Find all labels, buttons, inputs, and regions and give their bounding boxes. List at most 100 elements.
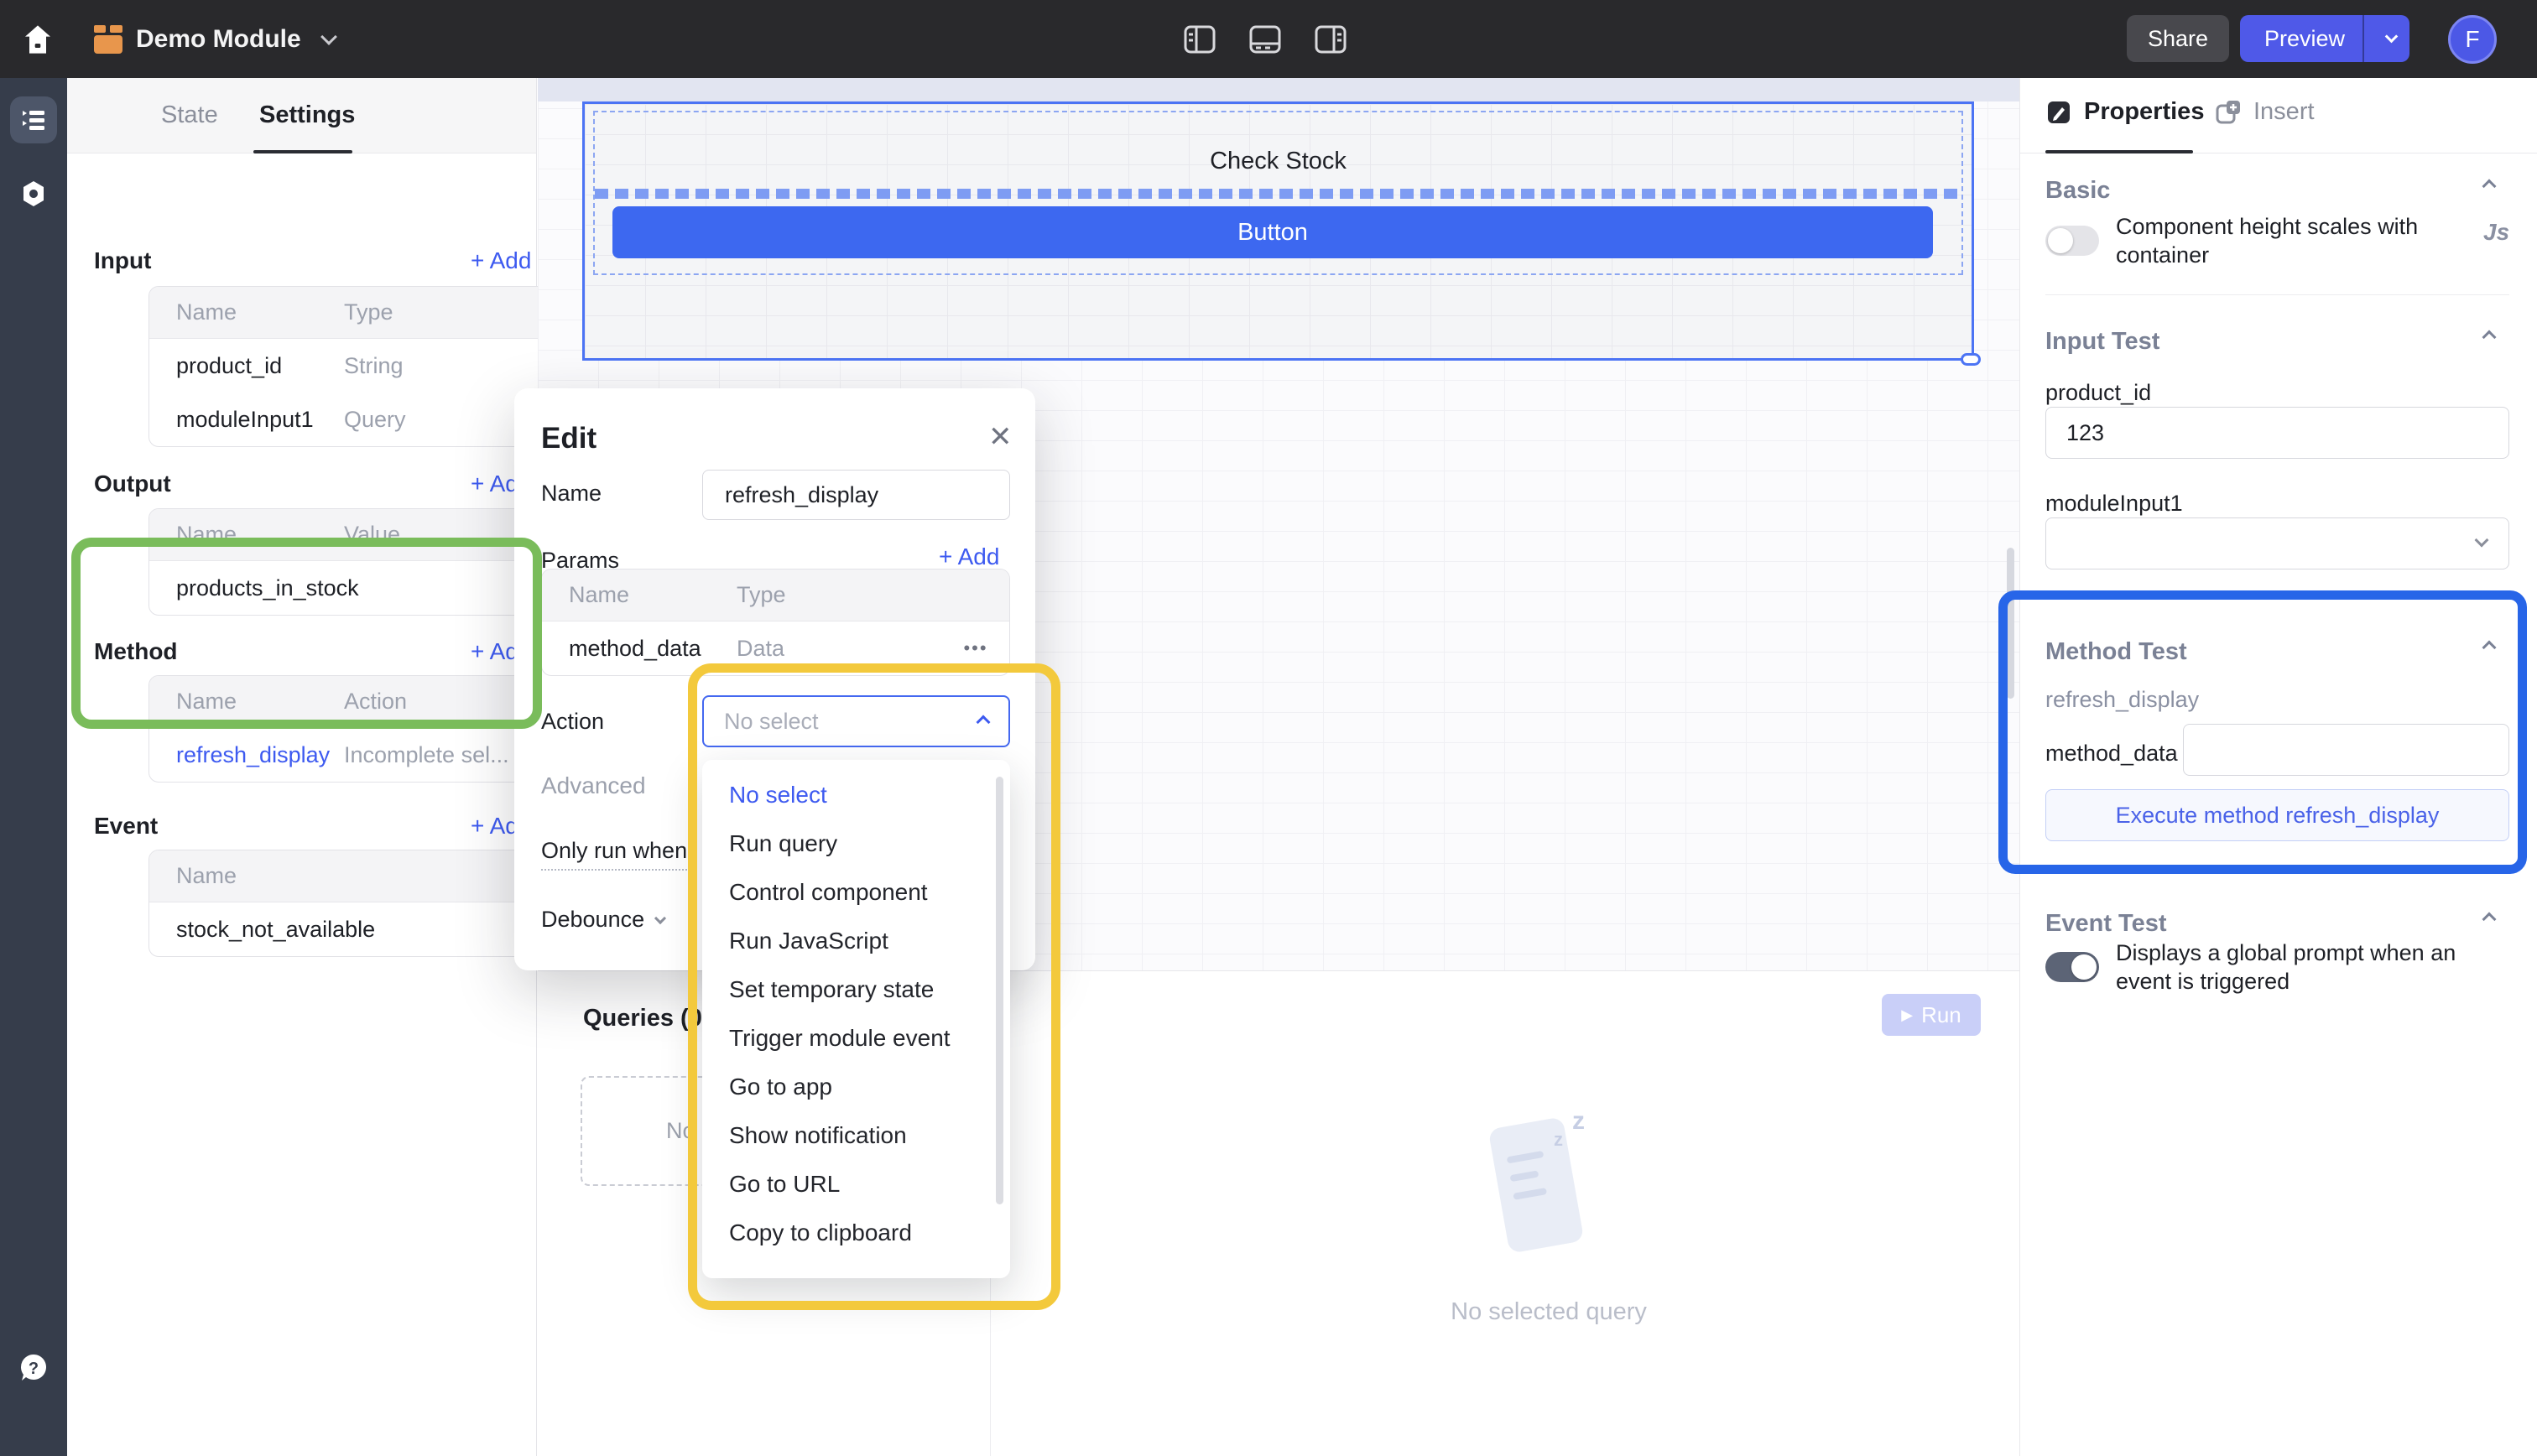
svg-text:?: ?	[29, 1360, 39, 1378]
dropdown-item[interactable]: Copy to clipboard	[729, 1219, 912, 1256]
input-test-section-title: Input Test	[2045, 328, 2159, 356]
preview-split-button[interactable]: Preview	[2240, 15, 2409, 62]
queries-title: Queries (0)	[583, 1005, 711, 1032]
action-dropdown: No select Run query Control component Ru…	[702, 760, 1010, 1278]
height-scales-toggle[interactable]	[2045, 226, 2099, 256]
collapse-input-test-icon[interactable]	[2484, 331, 2494, 346]
debounce-label[interactable]: Debounce	[541, 907, 664, 933]
column-header: Name	[149, 863, 344, 889]
panel-toggle-group	[1183, 0, 1347, 78]
column-header: Name	[149, 689, 344, 715]
toggle-bottom-panel-icon[interactable]	[1248, 23, 1282, 56]
module-frame[interactable]: Check Stock Button	[582, 101, 1974, 361]
dropdown-item[interactable]: No select	[729, 782, 827, 819]
basic-section-title: Basic	[2045, 177, 2110, 205]
module-switcher[interactable]: Demo Module	[94, 0, 335, 78]
canvas-button-component[interactable]: Button	[612, 206, 1933, 258]
divider	[2045, 294, 2509, 295]
chevron-up-icon	[977, 715, 991, 730]
run-query-button[interactable]: ▶ Run	[1882, 994, 1981, 1036]
method-name-link[interactable]: refresh_display	[149, 742, 344, 768]
dropdown-item[interactable]: Run query	[729, 830, 837, 867]
zz-glyph: z	[1554, 1129, 1563, 1151]
tab-state[interactable]: State	[161, 101, 218, 129]
right-panel: Properties Insert Basic Component height…	[2019, 78, 2537, 1456]
name-label: Name	[541, 481, 602, 507]
dropdown-item[interactable]: Run JavaScript	[729, 928, 888, 965]
right-panel-tabs: Properties Insert	[2020, 78, 2537, 153]
help-icon: ?	[18, 1352, 49, 1384]
row-action: Incomplete sel...	[344, 742, 530, 768]
js-badge[interactable]: Js	[2483, 219, 2509, 246]
collapse-method-test-icon[interactable]	[2484, 642, 2494, 657]
active-tab-underline	[2045, 150, 2193, 153]
column-header: Type	[737, 582, 1009, 608]
share-button[interactable]: Share	[2127, 15, 2229, 62]
column-header: Name	[542, 582, 737, 608]
outline-tree-icon	[19, 106, 48, 134]
dropdown-scrollbar[interactable]	[996, 777, 1003, 1204]
action-select-placeholder: No select	[724, 709, 819, 735]
canvas-top-gutter	[538, 78, 2019, 101]
execute-method-button[interactable]: Execute method refresh_display	[2045, 789, 2509, 841]
dropdown-item[interactable]: Go to URL	[729, 1171, 840, 1208]
home-button[interactable]	[18, 20, 57, 59]
collapse-basic-icon[interactable]	[2484, 180, 2494, 195]
row-type: String	[344, 353, 530, 379]
rail-item-components[interactable]	[10, 170, 57, 217]
frame-resize-handle[interactable]	[1961, 353, 1981, 366]
left-rail: ?	[0, 78, 67, 1456]
tab-settings[interactable]: Settings	[259, 101, 355, 129]
rail-item-outline[interactable]	[10, 96, 57, 143]
input-add-button[interactable]: + Add	[471, 247, 531, 274]
module-icon	[94, 25, 122, 54]
only-run-when-label: Only run when	[541, 838, 687, 871]
method-data-input[interactable]	[2183, 724, 2509, 776]
dropdown-item[interactable]: Set temporary state	[729, 976, 934, 1013]
properties-icon	[2045, 99, 2072, 126]
user-avatar[interactable]: F	[2448, 15, 2497, 64]
table-row[interactable]: product_id String •••	[149, 339, 597, 393]
dropdown-item[interactable]: Trigger module event	[729, 1025, 951, 1062]
close-icon[interactable]: ✕	[988, 420, 1013, 454]
sleeping-document-illustration: z z	[1465, 1089, 1633, 1282]
dropdown-item[interactable]: Show notification	[729, 1122, 907, 1159]
active-tab-underline	[253, 150, 352, 153]
module-input1-label: moduleInput1	[2045, 491, 2183, 517]
output-section-title: Output	[94, 471, 171, 497]
global-prompt-toggle[interactable]	[2045, 952, 2099, 982]
table-row[interactable]: method_data Data •••	[542, 621, 1009, 675]
more-icon[interactable]: •••	[942, 637, 1009, 659]
home-icon	[21, 23, 55, 56]
method-name-input[interactable]: refresh_display	[702, 470, 1010, 520]
column-header: Name	[149, 522, 344, 548]
help-button[interactable]: ?	[10, 1344, 57, 1391]
global-prompt-label: Displays a global prompt when an event i…	[2116, 939, 2510, 996]
action-select[interactable]: No select	[702, 695, 1010, 747]
tab-insert[interactable]: Insert	[2215, 98, 2315, 126]
row-type: Query	[344, 407, 530, 433]
top-bar: Demo Module Share	[0, 0, 2537, 78]
collapse-event-test-icon[interactable]	[2484, 913, 2494, 928]
tab-properties[interactable]: Properties	[2045, 98, 2204, 126]
chevron-down-icon	[320, 29, 337, 45]
chevron-down-icon	[654, 912, 666, 923]
height-scales-label: Component height scales with container	[2116, 212, 2451, 269]
preview-button[interactable]: Preview	[2240, 26, 2362, 52]
canvas-scrollbar[interactable]	[2007, 548, 2014, 699]
dropdown-item[interactable]: Control component	[729, 879, 928, 916]
row-name: product_id	[149, 353, 344, 379]
param-add-button[interactable]: + Add	[939, 543, 999, 570]
dropdown-item[interactable]: Go to app	[729, 1074, 832, 1110]
zz-glyph: z	[1572, 1107, 1585, 1136]
method-test-section-title: Method Test	[2045, 638, 2187, 666]
row-type: Data	[737, 636, 942, 662]
product-id-input[interactable]: 123	[2045, 407, 2509, 459]
toggle-right-panel-icon[interactable]	[1314, 23, 1347, 56]
product-id-label: product_id	[2045, 380, 2151, 406]
toggle-left-panel-icon[interactable]	[1183, 23, 1216, 56]
preview-dropdown-button[interactable]	[2362, 15, 2409, 62]
event-test-section-title: Event Test	[2045, 910, 2167, 938]
input-section-title: Input	[94, 247, 151, 274]
module-input1-select[interactable]	[2045, 517, 2509, 569]
